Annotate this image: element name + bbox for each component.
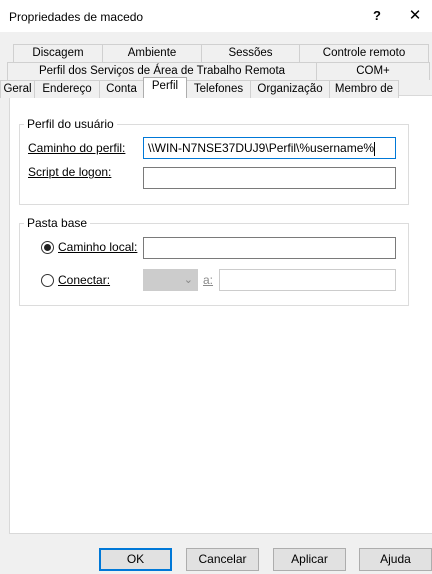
- ok-button[interactable]: OK: [99, 548, 172, 571]
- chevron-down-icon: ⌄: [183, 274, 193, 286]
- tab-sessoes[interactable]: Sessões: [201, 44, 300, 62]
- apply-button[interactable]: Aplicar: [273, 548, 346, 571]
- user-profile-group: Perfil do usuário: [19, 117, 409, 205]
- text-caret: [374, 141, 376, 156]
- logon-script-label: Script de logon:: [28, 165, 112, 179]
- home-folder-group: Pasta base: [19, 216, 409, 306]
- logon-script-input[interactable]: [143, 167, 396, 189]
- connect-drive-dropdown[interactable]: ⌄: [143, 269, 198, 291]
- tab-organizacao[interactable]: Organização: [250, 80, 330, 98]
- connect-target-input[interactable]: [219, 269, 396, 291]
- tab-row-1: Discagem Ambiente Sessões Controle remot…: [13, 44, 429, 62]
- help-icon[interactable]: ?: [366, 6, 388, 26]
- tab-endereco[interactable]: Endereço: [34, 80, 100, 98]
- help-button[interactable]: Ajuda: [359, 548, 432, 571]
- profile-path-value: \\WIN-N7NSE37DUJ9\Perfil\%username%: [148, 141, 375, 155]
- profile-path-label: Caminho do perfil:: [28, 141, 126, 155]
- title-bar: Propriedades de macedo ? ✕: [0, 0, 432, 32]
- profile-path-input[interactable]: \\WIN-N7NSE37DUJ9\Perfil\%username%: [143, 137, 396, 159]
- tab-discagem[interactable]: Discagem: [13, 44, 103, 62]
- connect-to-label: a:: [203, 273, 214, 287]
- connect-label[interactable]: Conectar:: [58, 273, 110, 287]
- tab-com-plus[interactable]: COM+: [316, 62, 430, 80]
- tab-perfil[interactable]: Perfil: [143, 77, 187, 98]
- close-icon[interactable]: ✕: [404, 6, 426, 26]
- tab-row-3: Geral Endereço Conta Perfil Telefones Or…: [0, 77, 399, 98]
- tab-controle-remoto[interactable]: Controle remoto: [299, 44, 429, 62]
- home-folder-legend: Pasta base: [27, 216, 88, 230]
- tab-conta[interactable]: Conta: [99, 80, 144, 98]
- local-path-label[interactable]: Caminho local:: [58, 240, 137, 254]
- window-title: Propriedades de macedo: [9, 10, 144, 24]
- user-profile-legend: Perfil do usuário: [27, 117, 114, 131]
- local-path-radio[interactable]: [41, 241, 54, 254]
- tab-telefones[interactable]: Telefones: [186, 80, 251, 98]
- connect-radio[interactable]: [41, 274, 54, 287]
- tab-row-2: Perfil dos Serviços de Área de Trabalho …: [7, 62, 430, 80]
- tab-membro-de[interactable]: Membro de: [329, 80, 399, 98]
- local-path-input[interactable]: [143, 237, 396, 259]
- cancel-button[interactable]: Cancelar: [186, 548, 259, 571]
- tab-ambiente[interactable]: Ambiente: [102, 44, 202, 62]
- tab-geral[interactable]: Geral: [0, 80, 35, 98]
